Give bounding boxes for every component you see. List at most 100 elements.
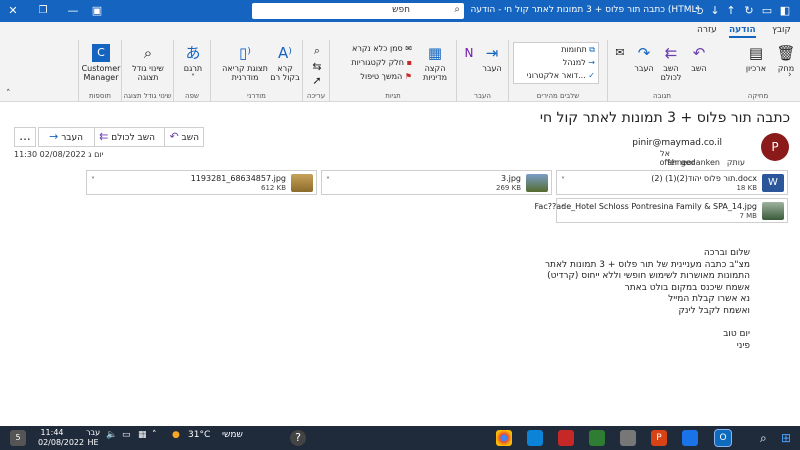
body-line: יום טוב — [723, 329, 750, 340]
read-aloud-button[interactable]: A⁾ קרא בקול רם — [269, 44, 301, 82]
quick-step-item[interactable]: למנהל → — [563, 58, 595, 67]
chevron-down-icon[interactable]: ˅ — [326, 176, 330, 185]
move-up-icon[interactable]: ↑ — [722, 0, 740, 22]
immersive-reader-button[interactable]: ▯⁾ תצוגת קריאה מודרנית — [221, 44, 269, 82]
help-icon[interactable]: ? — [290, 430, 306, 446]
archive-icon: ▤ — [748, 44, 764, 62]
chrome-icon[interactable] — [496, 430, 512, 446]
outlook-icon[interactable]: O — [714, 429, 732, 447]
body-line: פיני — [736, 340, 750, 351]
more-actions-button[interactable]: ... — [14, 127, 36, 147]
follow-up-button[interactable]: המשך טיפול ⚑ — [360, 72, 412, 81]
show-hidden-icons[interactable]: ˄ — [152, 430, 157, 440]
group-quick-steps: תחומות ⧉ למנהל → דואר אלקטרוני... ✓ שלבי… — [508, 40, 607, 102]
group-label: שלבים מהירים — [536, 92, 580, 100]
move-button[interactable]: ⇥ העבר — [477, 44, 507, 73]
forward-button[interactable]: ↷ העבר — [630, 44, 658, 73]
weather-icon[interactable]: ● — [172, 430, 180, 440]
search-icon: ⌕ — [454, 4, 460, 15]
collapse-ribbon-icon[interactable]: ˄ — [6, 89, 11, 99]
body-line — [545, 318, 750, 330]
weather-description[interactable]: שמשי — [222, 430, 243, 440]
attachment-name: Fac??ade_Hotel Schloss Pontresina Family… — [534, 202, 757, 211]
categorize-button[interactable]: חלק לקטגוריות ▪ — [351, 58, 412, 67]
edge-icon[interactable] — [527, 430, 543, 446]
attachment-size: 612 KB — [261, 184, 286, 192]
scroll-ribbon-icon[interactable]: › — [788, 70, 792, 80]
tray-icon[interactable]: ▦ — [138, 430, 147, 440]
save-icon[interactable]: ▭ — [758, 0, 776, 22]
check-icon: ✓ — [588, 71, 595, 80]
group-zoom: ⌕ שינוי גודל תצוגה שינוי גודל תצוגה — [121, 40, 173, 102]
ribbon-tabs: קובץ הודעה עזרה — [0, 22, 800, 40]
attachment-size: 18 KB — [736, 184, 757, 192]
mark-unread-button[interactable]: סמן כלא נקרא ✉ — [352, 44, 412, 53]
clock[interactable]: 11:44 02/08/2022 — [38, 428, 84, 448]
message-actions: ↶ השב ⇇ השב לכולם → העבר — [38, 127, 204, 147]
forward-icon: ↷ — [637, 44, 651, 62]
start-icon[interactable]: ⊞ — [781, 430, 797, 446]
notification-button[interactable]: 5 — [10, 430, 26, 446]
group-label: מודרני — [247, 92, 266, 100]
app-icon[interactable] — [620, 430, 636, 446]
close-button[interactable]: ✕ — [0, 0, 26, 22]
search-box[interactable]: חפש ⌕ — [252, 3, 464, 19]
outlook-message-window: ✕ ❐ — ▣ חפש ⌕ כתבה תור פלוס + 3 תמונות ל… — [0, 0, 800, 450]
body-line: מצ"ב כתבה מעניינית של תור פלוס + 3 תמונו… — [544, 259, 750, 270]
tab-help[interactable]: עזרה — [697, 25, 717, 35]
sender-address[interactable]: pinir@maymad.co.il — [632, 138, 722, 148]
attachment-item[interactable]: ˅ 3.jpg 269 KB — [321, 170, 552, 195]
tab-file[interactable]: קובץ — [772, 25, 791, 35]
ribbon-options-icon[interactable]: ▣ — [88, 0, 106, 22]
customer-manager-button[interactable]: C Customer Manager — [81, 44, 121, 82]
quick-steps-gallery[interactable]: תחומות ⧉ למנהל → דואר אלקטרוני... ✓ — [513, 42, 599, 84]
window-title: כתבה תור פלוס + 3 תמונות לאתר קול חי - ה… — [470, 5, 700, 15]
translate-button[interactable]: あ תרגם ˅ — [178, 44, 208, 82]
attachment-name: תור פלוס יהוד(2)(1) (2).docx — [651, 174, 757, 183]
app-icon[interactable] — [589, 430, 605, 446]
chevron-down-icon[interactable]: ˅ — [561, 176, 565, 185]
archive-button[interactable]: ▤ ארכיון — [740, 44, 772, 73]
chevron-down-icon[interactable]: ˅ — [91, 176, 95, 185]
mail-icon: ✉ — [615, 46, 625, 59]
more-respond-button[interactable]: ✉ — [610, 44, 628, 64]
delete-button[interactable]: 🗑 מחק — [772, 44, 800, 73]
reply-button[interactable]: ↶ השב — [684, 44, 714, 73]
quick-step-icon: ⧉ — [589, 45, 595, 54]
reply-all-action[interactable]: ⇇ השב לכולם — [94, 128, 159, 146]
avatar[interactable]: P — [761, 133, 789, 161]
app-icon[interactable] — [558, 430, 574, 446]
cc-recipient[interactable]: shneor — [668, 158, 695, 167]
group-label: עריכה — [306, 92, 326, 100]
weather-temp[interactable]: 31°C — [188, 430, 210, 440]
onenote-button[interactable]: N — [459, 44, 477, 64]
app-icon[interactable] — [682, 430, 698, 446]
undo-icon[interactable]: ↻ — [740, 0, 758, 22]
search-icon[interactable]: ⌕ — [760, 430, 776, 446]
assign-policy-button[interactable]: ▦ הקצה מדיניות — [416, 44, 454, 82]
forward-icon: → — [49, 130, 59, 143]
zoom-button[interactable]: ⌕ שינוי גודל תצוגה — [126, 44, 170, 82]
attachment-item[interactable]: ˅ Fac??ade_Hotel Schloss Pontresina Fami… — [535, 198, 788, 223]
language-indicator[interactable]: עבר HE — [86, 428, 100, 448]
quick-step-item[interactable]: דואר אלקטרוני... ✓ — [527, 71, 595, 80]
restore-button[interactable]: ❐ — [30, 0, 56, 22]
minimize-button[interactable]: — — [60, 0, 86, 22]
network-icon[interactable]: ▭ — [122, 430, 131, 440]
search-input[interactable]: חפש — [392, 5, 410, 15]
group-label: מחיקה — [747, 92, 769, 100]
attachment-size: 269 KB — [496, 184, 521, 192]
arrow-right-icon: → — [588, 58, 595, 67]
tab-message[interactable]: הודעה — [729, 25, 756, 38]
attachment-item[interactable]: ˅ תור פלוס יהוד(2)(1) (2).docx 18 KB W — [556, 170, 788, 195]
powerpoint-icon[interactable]: P — [651, 430, 667, 446]
quick-step-item[interactable]: תחומות ⧉ — [561, 45, 595, 55]
forward-action[interactable]: → העבר — [45, 128, 87, 146]
volume-icon[interactable]: 🔈 — [106, 430, 117, 440]
attachment-item[interactable]: ˅ 1193281_68634857.jpg 612 KB — [86, 170, 317, 195]
title-bar: ✕ ❐ — ▣ חפש ⌕ כתבה תור פלוס + 3 תמונות ל… — [0, 0, 800, 22]
reply-action[interactable]: ↶ השב — [164, 128, 203, 146]
reply-all-button[interactable]: ⇇ השב לכולם — [656, 44, 686, 82]
select-button[interactable]: ➚ — [307, 72, 325, 92]
category-icon: ▪ — [406, 58, 412, 67]
